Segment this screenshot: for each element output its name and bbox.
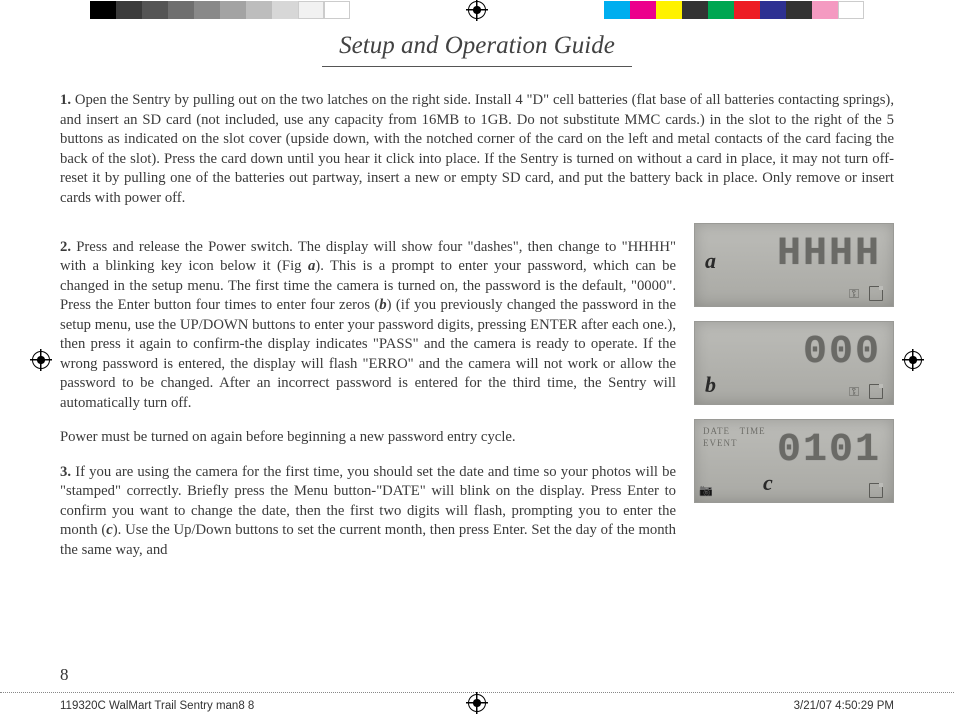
lcd-b-digits: 000 xyxy=(803,330,881,375)
page-title: Setup and Operation Guide xyxy=(60,32,894,60)
title-underline xyxy=(322,66,632,67)
print-footer: 119320C WalMart Trail Sentry man8 8 3/21… xyxy=(0,692,954,719)
step-2-note: Power must be turned on again before beg… xyxy=(60,428,676,448)
lcd-c-digits: 0101 xyxy=(777,428,881,473)
lcd-b-icons xyxy=(849,384,883,400)
step-2-number: 2. xyxy=(60,239,71,255)
key-icon xyxy=(849,384,859,400)
camera-icon xyxy=(699,482,713,498)
registration-mark-icon xyxy=(466,692,488,714)
sd-card-icon xyxy=(869,286,883,301)
lcd-c-label: c xyxy=(763,470,773,496)
lcd-c-icons xyxy=(869,483,883,498)
step-2-text-c: ) (if you previously changed the passwor… xyxy=(60,297,676,411)
key-icon xyxy=(849,286,859,302)
lcd-figure-c: DATE TIME EVENT 0101 c xyxy=(694,419,894,503)
lcd-c-date-label: DATE xyxy=(703,426,730,436)
figure-column: HHHH a 000 b DATE TIME EVEN xyxy=(694,223,894,575)
step-1-text: Open the Sentry by pulling out on the tw… xyxy=(60,92,894,206)
sd-card-icon xyxy=(869,483,883,498)
step-3-paragraph: 3. If you are using the camera for the f… xyxy=(60,463,676,561)
registration-mark-icon xyxy=(30,349,52,371)
grayscale-swatches xyxy=(90,1,350,19)
step-1-number: 1. xyxy=(60,92,71,108)
registration-mark-icon xyxy=(466,0,488,21)
step-1-paragraph: 1. Open the Sentry by pulling out on the… xyxy=(60,91,894,208)
fig-ref-b: b xyxy=(379,297,386,313)
lcd-c-event-label: EVENT xyxy=(703,438,738,448)
color-swatches xyxy=(604,1,864,19)
footer-timestamp: 3/21/07 4:50:29 PM xyxy=(794,700,894,712)
lcd-c-mode-labels: DATE TIME EVENT xyxy=(703,426,766,449)
lcd-a-label: a xyxy=(705,248,716,274)
step-3-text-b: ). Use the Up/Down buttons to set the cu… xyxy=(60,522,676,558)
lcd-figure-b: 000 b xyxy=(694,321,894,405)
lcd-figure-a: HHHH a xyxy=(694,223,894,307)
print-color-bar xyxy=(0,0,954,20)
registration-mark-icon xyxy=(902,349,924,371)
footer-filename: 119320C WalMart Trail Sentry man8 8 xyxy=(60,700,254,712)
lcd-b-label: b xyxy=(705,372,716,398)
lcd-a-icons xyxy=(849,286,883,302)
step-3-number: 3. xyxy=(60,464,71,480)
lcd-a-digits: HHHH xyxy=(777,232,881,277)
step-2-paragraph: 2. Press and release the Power switch. T… xyxy=(60,238,676,414)
page-number: 8 xyxy=(60,665,69,685)
sd-card-icon xyxy=(869,384,883,399)
page-content: Setup and Operation Guide 1. Open the Se… xyxy=(60,32,894,659)
lcd-c-time-label: TIME xyxy=(740,426,766,436)
